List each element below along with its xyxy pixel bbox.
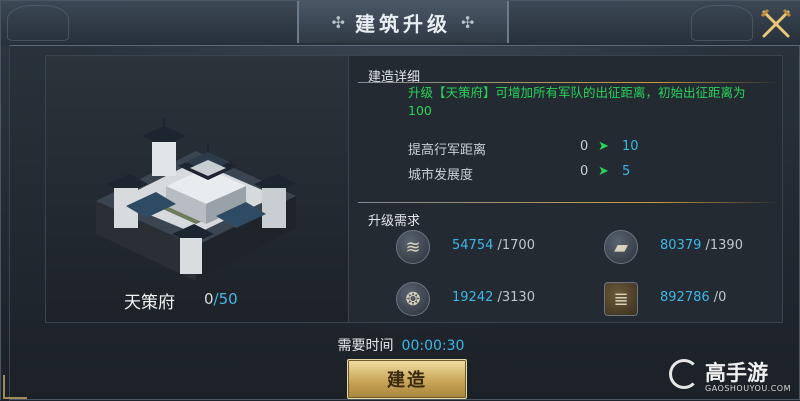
- header-ornament-right: [691, 5, 753, 41]
- stat-to-value: 5: [622, 164, 631, 179]
- resource-item: ≣ 892786 /0: [604, 282, 800, 318]
- build-button[interactable]: 建造: [347, 359, 467, 399]
- stat-from-value: 0: [580, 164, 589, 179]
- resource-need: /1390: [705, 238, 743, 253]
- left-frame-corner: [3, 375, 27, 399]
- stat-to-value: 10: [622, 139, 639, 154]
- resource-need: /0: [713, 290, 727, 305]
- stat-from-value: 0: [580, 139, 589, 154]
- resource-need: /1700: [497, 238, 535, 253]
- title-ornament-right-icon: ✣: [461, 12, 475, 32]
- details-separator: [358, 82, 782, 83]
- header-ornament-left: [7, 5, 69, 41]
- stat-label: 提高行军距离: [408, 143, 487, 158]
- upgrade-dialog: ✣ 建筑升级 ✣ 天策府 0/50 建造详细 升级【天策府】可增加所有军队的出征…: [0, 0, 800, 401]
- resource-amount: 80379 /1390: [660, 238, 743, 253]
- requirements-separator: [358, 202, 782, 203]
- building-panel: 天策府 0/50: [46, 56, 349, 322]
- build-time-row: 需要时间 00:00:30: [1, 335, 800, 355]
- time-value: 00:00:30: [401, 338, 465, 354]
- resource-have: 80379: [660, 238, 702, 253]
- resource-amount: 892786 /0: [660, 290, 726, 305]
- requirements-section-title: 升级需求: [368, 214, 421, 229]
- crossed-swords-close-icon: [760, 8, 792, 38]
- title-ornament-left-icon: ✣: [331, 12, 345, 32]
- upgrade-description: 升级【天策府】可增加所有军队的出征距离，初始出征距离为100: [408, 85, 746, 118]
- resource-amount: 54754 /1700: [452, 238, 535, 253]
- build-button-label: 建造: [387, 370, 427, 391]
- watermark-name: 高手游: [705, 361, 768, 385]
- resource-item: ▰ 80379 /1390: [604, 230, 800, 266]
- title-plate: ✣ 建筑升级 ✣: [297, 1, 509, 43]
- resource-item: ❂ 19242 /3130: [396, 282, 596, 318]
- arrow-right-icon: ➤: [598, 164, 609, 179]
- wood-log-icon: ≋: [396, 230, 430, 264]
- watermark: 高手游 GAOSHOUYOU.COM: [669, 357, 799, 397]
- resource-have: 19242: [452, 290, 494, 305]
- details-panel: 建造详细 升级【天策府】可增加所有军队的出征距离，初始出征距离为100 提高行军…: [358, 56, 782, 322]
- arrow-right-icon: ➤: [598, 139, 609, 154]
- time-label: 需要时间: [337, 338, 394, 354]
- resource-have: 892786: [660, 290, 710, 305]
- iron-ingot-icon: ▰: [604, 230, 638, 264]
- tiance-palace-building-image: [96, 118, 296, 281]
- watermark-domain: GAOSHOUYOU.COM: [705, 384, 792, 393]
- resource-amount: 19242 /3130: [452, 290, 535, 305]
- building-level-max: /50: [213, 290, 238, 308]
- resource-item: ≋ 54754 /1700: [396, 230, 596, 266]
- stat-label: 城市发展度: [408, 168, 474, 183]
- scroll-icon: ≣: [604, 282, 638, 316]
- close-button[interactable]: [757, 5, 795, 43]
- grain-sack-icon: ❂: [396, 282, 430, 316]
- content-area: 天策府 0/50 建造详细 升级【天策府】可增加所有军队的出征距离，初始出征距离…: [45, 55, 783, 323]
- page-title: 建筑升级: [355, 11, 451, 36]
- building-name: 天策府: [124, 293, 175, 313]
- dialog-header: ✣ 建筑升级 ✣: [1, 1, 800, 46]
- building-level-current: 0: [204, 290, 214, 308]
- gaoshouyou-logo-icon: [669, 359, 699, 389]
- building-level: 0/50: [204, 290, 238, 308]
- resource-have: 54754: [452, 238, 494, 253]
- resource-need: /3130: [497, 290, 535, 305]
